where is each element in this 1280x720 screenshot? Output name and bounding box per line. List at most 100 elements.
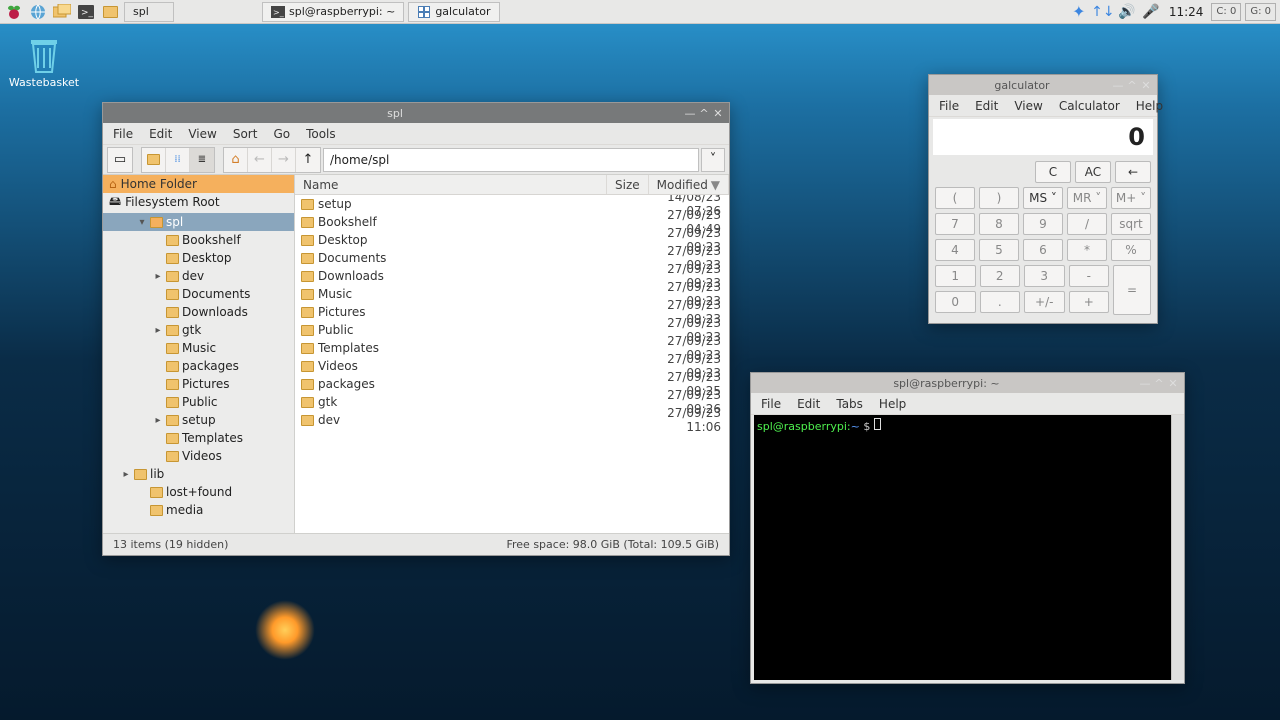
list-view-button[interactable]: ≣ bbox=[190, 148, 214, 172]
quick-folder-icon[interactable] bbox=[100, 2, 120, 22]
expand-icon[interactable]: ▸ bbox=[153, 325, 163, 336]
key-mplus[interactable]: M+ ˅ bbox=[1111, 187, 1151, 209]
tree-node-videos[interactable]: Videos bbox=[103, 447, 294, 465]
icon-view-button[interactable] bbox=[142, 148, 166, 172]
key-clear[interactable]: C bbox=[1035, 161, 1071, 183]
expand-icon[interactable]: ▸ bbox=[121, 469, 131, 480]
workspace-2[interactable]: G: 0 bbox=[1245, 3, 1276, 21]
key-pct[interactable]: % bbox=[1111, 239, 1151, 261]
tree-node-bookshelf[interactable]: Bookshelf bbox=[103, 231, 294, 249]
key-7[interactable]: 7 bbox=[935, 213, 975, 235]
tree-node-packages[interactable]: packages bbox=[103, 357, 294, 375]
key-rparen[interactable]: ) bbox=[979, 187, 1019, 209]
browser-icon[interactable] bbox=[28, 2, 48, 22]
filemanager-titlebar[interactable]: spl — ^ ✕ bbox=[103, 103, 729, 123]
path-entry[interactable]: /home/spl bbox=[323, 148, 699, 172]
path-history-button[interactable]: ˅ bbox=[701, 148, 725, 172]
menu-sort[interactable]: Sort bbox=[227, 125, 264, 143]
menu-tabs[interactable]: Tabs bbox=[830, 395, 869, 413]
tree-node-templates[interactable]: Templates bbox=[103, 429, 294, 447]
mic-icon[interactable]: 🎤 bbox=[1141, 2, 1161, 22]
home-button[interactable]: ⌂ bbox=[224, 148, 248, 172]
key-9[interactable]: 9 bbox=[1023, 213, 1063, 235]
col-name[interactable]: Name bbox=[295, 175, 607, 194]
col-modified[interactable]: Modified▼ bbox=[649, 175, 729, 194]
menu-edit[interactable]: Edit bbox=[143, 125, 178, 143]
bluetooth-icon[interactable]: ✦ bbox=[1069, 2, 1089, 22]
close-button[interactable]: ✕ bbox=[1139, 78, 1153, 92]
key-0[interactable]: 0 bbox=[935, 291, 976, 313]
place-filesystem-root[interactable]: 🖴Filesystem Root bbox=[103, 193, 294, 211]
menu-calculator[interactable]: Calculator bbox=[1053, 97, 1126, 115]
maximize-button[interactable]: ^ bbox=[1125, 78, 1139, 92]
minimize-button[interactable]: — bbox=[683, 106, 697, 120]
tree-node-public[interactable]: Public bbox=[103, 393, 294, 411]
menu-help[interactable]: Help bbox=[1130, 97, 1169, 115]
key-ms[interactable]: MS ˅ bbox=[1023, 187, 1063, 209]
menu-edit[interactable]: Edit bbox=[969, 97, 1004, 115]
key-sign[interactable]: +/- bbox=[1024, 291, 1065, 313]
menu-file[interactable]: File bbox=[755, 395, 787, 413]
key-allclear[interactable]: AC bbox=[1075, 161, 1111, 183]
terminal-titlebar[interactable]: spl@raspberrypi: ~ — ^ ✕ bbox=[751, 373, 1184, 393]
menu-file[interactable]: File bbox=[933, 97, 965, 115]
key-3[interactable]: 3 bbox=[1024, 265, 1065, 287]
forward-button[interactable]: → bbox=[272, 148, 296, 172]
key-add[interactable]: + bbox=[1069, 291, 1110, 313]
new-tab-button[interactable]: ▭ bbox=[108, 148, 132, 172]
key-equals[interactable]: = bbox=[1113, 265, 1151, 315]
tree-node-lost+found[interactable]: lost+found bbox=[103, 483, 294, 501]
back-button[interactable]: ← bbox=[248, 148, 272, 172]
expand-icon[interactable]: ▾ bbox=[137, 217, 147, 228]
col-size[interactable]: Size bbox=[607, 175, 649, 194]
expand-icon[interactable]: ▸ bbox=[153, 271, 163, 282]
key-sqrt[interactable]: sqrt bbox=[1111, 213, 1151, 235]
expand-icon[interactable]: ▸ bbox=[153, 415, 163, 426]
key-mul[interactable]: * bbox=[1067, 239, 1107, 261]
key-dot[interactable]: . bbox=[980, 291, 1021, 313]
menu-help[interactable]: Help bbox=[873, 395, 912, 413]
tree-node-dev[interactable]: ▸dev bbox=[103, 267, 294, 285]
place-home[interactable]: ⌂Home Folder bbox=[103, 175, 294, 193]
tree-node-downloads[interactable]: Downloads bbox=[103, 303, 294, 321]
maximize-button[interactable]: ^ bbox=[697, 106, 711, 120]
clock[interactable]: 11:24 bbox=[1165, 5, 1208, 19]
key-4[interactable]: 4 bbox=[935, 239, 975, 261]
key-lparen[interactable]: ( bbox=[935, 187, 975, 209]
key-2[interactable]: 2 bbox=[980, 265, 1021, 287]
up-button[interactable]: ↑ bbox=[296, 148, 320, 172]
tree-node-spl[interactable]: ▾spl bbox=[103, 213, 294, 231]
menu-edit[interactable]: Edit bbox=[791, 395, 826, 413]
task-galculator[interactable]: galculator bbox=[408, 2, 499, 22]
menu-view[interactable]: View bbox=[182, 125, 222, 143]
tree-node-documents[interactable]: Documents bbox=[103, 285, 294, 303]
task-terminal[interactable]: >_ spl@raspberrypi: ~ bbox=[262, 2, 404, 22]
filemanager-launcher-icon[interactable] bbox=[52, 2, 72, 22]
tree-node-desktop[interactable]: Desktop bbox=[103, 249, 294, 267]
menu-raspberry-icon[interactable] bbox=[4, 2, 24, 22]
key-6[interactable]: 6 bbox=[1023, 239, 1063, 261]
tree-node-music[interactable]: Music bbox=[103, 339, 294, 357]
key-backspace[interactable]: ← bbox=[1115, 161, 1151, 183]
close-button[interactable]: ✕ bbox=[711, 106, 725, 120]
workspace-1[interactable]: C: 0 bbox=[1211, 3, 1241, 21]
network-icon[interactable]: ↑↓ bbox=[1093, 2, 1113, 22]
key-div[interactable]: / bbox=[1067, 213, 1107, 235]
minimize-button[interactable]: — bbox=[1111, 78, 1125, 92]
key-8[interactable]: 8 bbox=[979, 213, 1019, 235]
key-sub[interactable]: - bbox=[1069, 265, 1110, 287]
volume-icon[interactable]: 🔊 bbox=[1117, 2, 1137, 22]
scrollbar[interactable] bbox=[1171, 415, 1184, 680]
close-button[interactable]: ✕ bbox=[1166, 376, 1180, 390]
tree-node-pictures[interactable]: Pictures bbox=[103, 375, 294, 393]
terminal-body[interactable]: spl@raspberrypi:~ $ bbox=[754, 415, 1181, 680]
menu-file[interactable]: File bbox=[107, 125, 139, 143]
tree-node-setup[interactable]: ▸setup bbox=[103, 411, 294, 429]
file-row[interactable]: dev27/09/23 11:06 bbox=[295, 411, 729, 429]
menu-go[interactable]: Go bbox=[267, 125, 296, 143]
tree-node-media[interactable]: media bbox=[103, 501, 294, 519]
terminal-launcher-icon[interactable]: >_ bbox=[76, 2, 96, 22]
task-filemanager[interactable]: spl bbox=[124, 2, 174, 22]
minimize-button[interactable]: — bbox=[1138, 376, 1152, 390]
menu-tools[interactable]: Tools bbox=[300, 125, 342, 143]
